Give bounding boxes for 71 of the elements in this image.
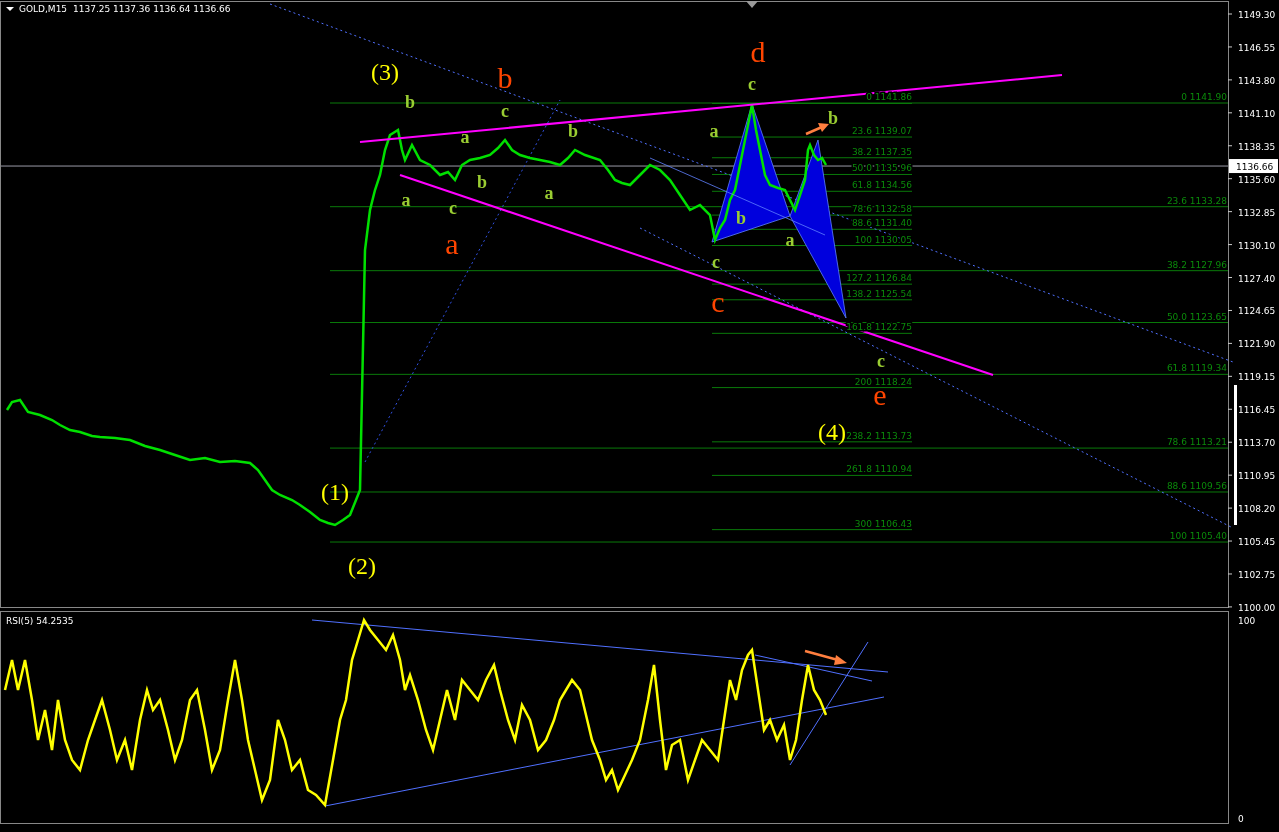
wave-label: d bbox=[750, 35, 766, 68]
fib-level-label: 200 1118.24 bbox=[854, 376, 912, 387]
price-axis-label: 1105.45 bbox=[1238, 537, 1276, 548]
wave-label: b bbox=[828, 108, 838, 128]
price-axis-label: 1143.80 bbox=[1238, 75, 1276, 86]
fib-level-label: 38.2 1127.96 bbox=[1166, 259, 1227, 270]
wave-label: (3) bbox=[371, 59, 399, 85]
arrow-drawing bbox=[804, 649, 847, 665]
price-axis-label: 1138.35 bbox=[1238, 141, 1276, 152]
wave-label: c bbox=[877, 351, 885, 371]
fib-level-label: 38.2 1137.35 bbox=[851, 146, 912, 157]
price-axis-label: 1127.40 bbox=[1238, 273, 1276, 284]
wave-label: c bbox=[711, 285, 725, 318]
wave-label: c bbox=[712, 252, 720, 272]
fib-level-label: 238.2 1113.73 bbox=[846, 430, 912, 441]
symbol-label: GOLD,M15 bbox=[19, 4, 68, 14]
wave-label: b bbox=[477, 172, 487, 192]
fib-level-label: 0 1141.90 bbox=[1181, 92, 1227, 102]
wave-label: b bbox=[736, 208, 746, 228]
wave-label: c bbox=[748, 74, 756, 94]
wave-label: c bbox=[449, 198, 457, 218]
wave-label: b bbox=[568, 121, 578, 141]
price-axis-label: 1119.15 bbox=[1238, 372, 1276, 383]
fib-level-label: 138.2 1125.54 bbox=[846, 288, 912, 299]
wave-label: (4) bbox=[818, 419, 846, 445]
wave-label: a bbox=[460, 127, 470, 147]
price-axis-label: 1108.20 bbox=[1238, 504, 1276, 515]
price-axis-label: 1146.55 bbox=[1238, 42, 1276, 53]
fib-level-label: 78.6 1132.58 bbox=[851, 204, 912, 215]
fib-level-label: 61.8 1134.56 bbox=[851, 180, 912, 191]
fib-level-label: 23.6 1139.07 bbox=[851, 126, 912, 137]
fib-level-label: 300 1106.43 bbox=[854, 518, 912, 529]
rsi-axis-label: 0 bbox=[1238, 814, 1244, 824]
price-axis-label: 1141.10 bbox=[1238, 108, 1276, 119]
ohlc-values: 1137.25 1137.36 1136.64 1136.66 bbox=[73, 4, 231, 14]
price-axis-label: 1149.30 bbox=[1238, 10, 1276, 20]
wave-label: c bbox=[501, 101, 509, 121]
wave-label: (2) bbox=[348, 553, 376, 579]
fib-level-label: 23.6 1133.28 bbox=[1166, 195, 1227, 206]
wave-label: a bbox=[445, 227, 459, 260]
current-price-tag: 1136.66 bbox=[1229, 159, 1278, 174]
price-axis-label: 1102.75 bbox=[1238, 570, 1276, 580]
price-axis-label: 1113.70 bbox=[1238, 438, 1276, 449]
rsi-axis-label: 100 bbox=[1238, 616, 1256, 626]
price-axis-label: 1135.60 bbox=[1238, 174, 1276, 185]
fib-level-label: 100 1105.40 bbox=[1169, 531, 1227, 542]
fib-level-label: 61.8 1119.34 bbox=[1166, 363, 1227, 374]
price-axis-label: 1110.95 bbox=[1238, 471, 1276, 482]
fib-level-label: 261.8 1110.94 bbox=[846, 464, 912, 475]
fib-level-label: 0 1141.86 bbox=[866, 92, 912, 103]
wave-label: a bbox=[401, 190, 411, 210]
price-axis-label: 1132.85 bbox=[1238, 207, 1276, 218]
price-axis-label: 1124.65 bbox=[1238, 306, 1276, 317]
wave-label: a bbox=[785, 230, 795, 250]
wave-label: a bbox=[709, 121, 719, 141]
price-axis-label: 1121.90 bbox=[1238, 339, 1276, 350]
shift-marker-icon[interactable] bbox=[746, 1, 758, 8]
rsi-title: RSI(5) 54.2535 bbox=[6, 616, 74, 626]
fib-level-label: 78.6 1113.21 bbox=[1166, 437, 1227, 448]
wave-label: a bbox=[544, 183, 554, 203]
arrow-drawing bbox=[805, 123, 829, 136]
wave-label: b bbox=[405, 92, 415, 112]
wave-label: (1) bbox=[321, 479, 349, 505]
dropdown-icon[interactable] bbox=[6, 7, 14, 11]
fib-level-label: 50.0 1123.65 bbox=[1166, 311, 1227, 322]
wave-label: b bbox=[497, 61, 513, 94]
fib-level-label: 88.6 1109.56 bbox=[1166, 481, 1227, 491]
price-axis-label: 1116.45 bbox=[1238, 405, 1276, 416]
price-axis-label: 1100.00 bbox=[1238, 602, 1276, 613]
price-axis-label: 1130.10 bbox=[1238, 240, 1276, 251]
fib-level-label: 127.2 1126.84 bbox=[846, 273, 912, 284]
